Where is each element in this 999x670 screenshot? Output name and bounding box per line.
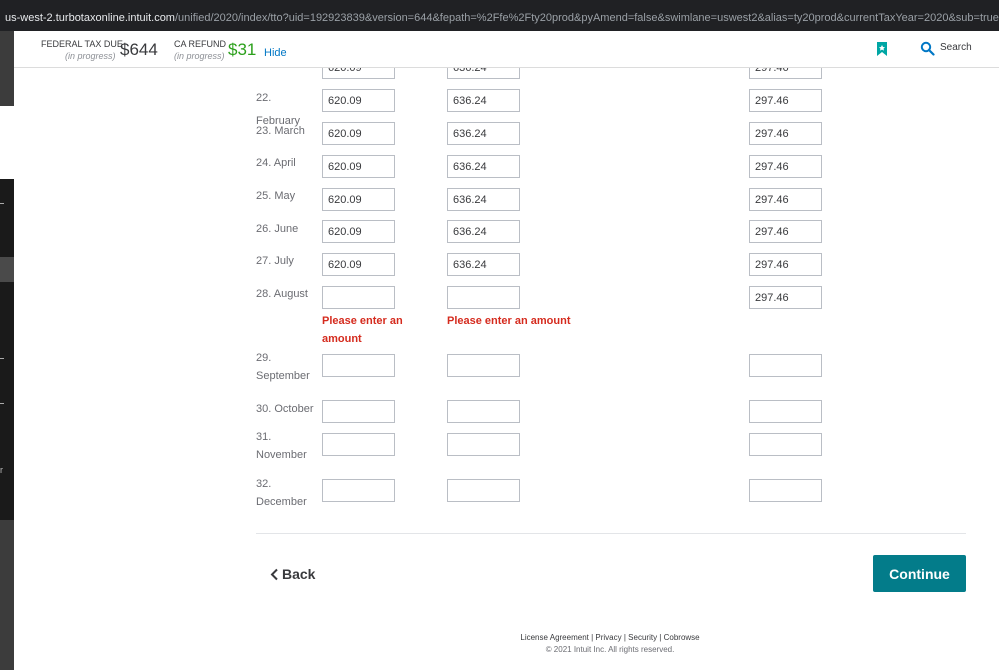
tax-summary-header: FEDERAL TAX DUE (in progress) $644 CA RE… [14, 31, 999, 68]
amount-input-col3[interactable]: 297.46 [749, 89, 822, 112]
footer-link-license[interactable]: License Agreement [520, 633, 589, 642]
row-label-number: 32. [256, 478, 272, 490]
row-label-october: 30. October [256, 403, 314, 415]
row-label-november: 31. November [256, 428, 318, 464]
amount-input-col2[interactable]: 636.24 [447, 155, 520, 178]
ca-status: (in progress) [174, 51, 225, 61]
continue-button[interactable]: Continue [873, 555, 966, 592]
search-label: Search [940, 42, 972, 53]
amount-input-col1[interactable] [322, 479, 395, 502]
hide-link[interactable]: Hide [264, 47, 287, 59]
amount-input-col2[interactable] [447, 433, 520, 456]
federal-amount: $644 [120, 40, 158, 59]
ca-refund-label: CA REFUND [174, 39, 227, 49]
row-label-month: November [256, 449, 307, 461]
bookmark-icon[interactable] [876, 41, 888, 57]
amount-input-col2[interactable]: 636.24 [447, 89, 520, 112]
sidebar-glyph: r [0, 465, 3, 475]
row-label-march: 23. March [256, 125, 305, 137]
footer-link-cobrowse[interactable]: Cobrowse [664, 633, 700, 642]
amount-input-col1[interactable]: 620.09 [322, 253, 395, 276]
amount-input-col1[interactable] [322, 433, 395, 456]
back-button[interactable]: Back [270, 566, 315, 582]
amount-input-col1[interactable]: 620.09 [322, 122, 395, 145]
amount-input-col1[interactable]: 620.09 [322, 188, 395, 211]
row-label-june: 26. June [256, 223, 299, 235]
amount-input-col2[interactable] [447, 479, 520, 502]
url-host: us-west-2.turbotaxonline.intuit.com [5, 12, 175, 24]
section-divider [256, 533, 966, 534]
ca-amount: $31 [228, 40, 257, 59]
row-label-august: 28. August [256, 288, 308, 300]
error-message-col2: Please enter an amount [447, 315, 571, 327]
amount-input-col3[interactable] [749, 400, 822, 423]
amount-input-col1[interactable]: 620.09 [322, 155, 395, 178]
amount-input-col3[interactable] [749, 433, 822, 456]
footer-link-privacy[interactable]: Privacy [595, 633, 621, 642]
amount-input-col1[interactable] [322, 286, 395, 309]
amount-input-col3[interactable]: 297.46 [749, 155, 822, 178]
row-label-july: 27. July [256, 255, 294, 267]
federal-tax-label: FEDERAL TAX DUE [41, 39, 123, 49]
row-label-month: September [256, 370, 310, 382]
amount-input-col2[interactable]: 636.24 [447, 122, 520, 145]
amount-input-col2[interactable] [447, 286, 520, 309]
amount-input-col3[interactable] [749, 479, 822, 502]
left-sidebar-strip: r [0, 31, 14, 670]
error-text-line: Please enter an [322, 315, 403, 327]
footer-links: License Agreement | Privacy | Security |… [520, 633, 700, 642]
error-text-line: amount [322, 333, 362, 345]
back-label: Back [282, 566, 316, 582]
sidebar-selected-item[interactable] [0, 257, 14, 282]
row-label-may: 25. May [256, 190, 296, 202]
chevron-left-icon [270, 568, 278, 580]
footer-copyright: © 2021 Intuit Inc. All rights reserved. [545, 645, 675, 654]
browser-url-bar[interactable]: us-west-2.turbotaxonline.intuit.com/unif… [0, 0, 999, 31]
amount-input-col1[interactable]: 620.09 [322, 89, 395, 112]
amount-input-col2[interactable]: 636.24 [447, 253, 520, 276]
error-message-col1: Please enter an amount [322, 312, 403, 348]
amount-input-col3[interactable]: 297.46 [749, 286, 822, 309]
amount-input-col2[interactable] [447, 400, 520, 423]
sidebar-light-segment [0, 106, 14, 179]
amount-input-col1[interactable]: 620.09 [322, 220, 395, 243]
amount-input-col2[interactable] [447, 354, 520, 377]
amount-input-col3[interactable]: 297.46 [749, 253, 822, 276]
search-icon [920, 41, 935, 56]
row-label-number: 31. [256, 431, 272, 443]
amount-input-col3[interactable]: 297.46 [749, 220, 822, 243]
amount-input-col3[interactable]: 297.46 [749, 188, 822, 211]
row-label-month: December [256, 496, 307, 508]
sidebar-tick [0, 358, 4, 359]
row-label-number: 29. [256, 352, 272, 364]
footer-link-security[interactable]: Security [628, 633, 657, 642]
url-path: /unified/2020/index/tto?uid=192923839&ve… [174, 12, 999, 24]
amount-input-col2[interactable]: 636.24 [447, 188, 520, 211]
row-label-april: 24. April [256, 157, 296, 169]
amount-input-col1[interactable] [322, 400, 395, 423]
row-label-september: 29. September [256, 349, 318, 385]
amount-input-col3[interactable] [749, 354, 822, 377]
amount-input-col1[interactable] [322, 354, 395, 377]
amount-input-col3[interactable]: 297.46 [749, 122, 822, 145]
sidebar-tick [0, 203, 4, 204]
row-label-december: 32. December [256, 475, 318, 511]
federal-status: (in progress) [65, 51, 116, 61]
amount-input-col2[interactable]: 636.24 [447, 220, 520, 243]
sidebar-tick [0, 403, 4, 404]
